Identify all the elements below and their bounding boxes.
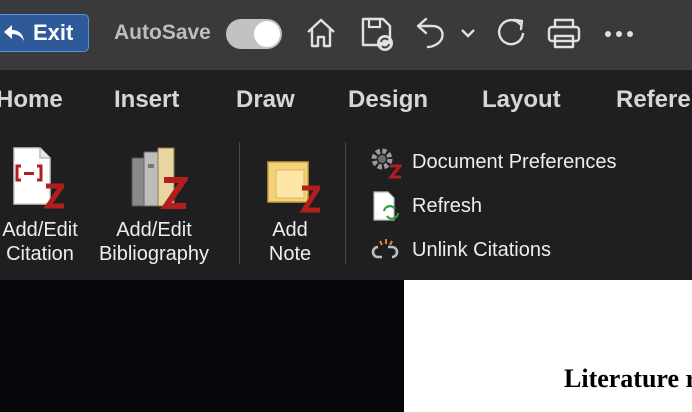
tab-references[interactable]: Refere xyxy=(616,86,691,114)
document-heading[interactable]: Literature r xyxy=(564,364,692,394)
refresh-button[interactable]: Refresh xyxy=(368,190,482,222)
autosave-toggle[interactable] xyxy=(226,19,282,49)
refresh-label: Refresh xyxy=(412,195,483,217)
add-edit-bibliography-label: Add/Edit Bibliography xyxy=(98,219,210,265)
tab-draw[interactable]: Draw xyxy=(236,86,295,114)
autosave-label: AutoSave xyxy=(114,21,211,44)
unlink-citations-button[interactable]: Unlink Citations xyxy=(368,234,551,266)
citation-icon xyxy=(13,147,64,209)
ribbon-separator xyxy=(345,142,346,264)
unlink-citations-label: Unlink Citations xyxy=(412,239,551,261)
exit-label: Exit xyxy=(33,20,74,45)
gear-icon xyxy=(371,148,402,179)
unlink-icon xyxy=(371,239,399,259)
save-sync-icon[interactable] xyxy=(360,16,396,52)
add-note-label: Add Note xyxy=(268,219,312,265)
tab-insert[interactable]: Insert xyxy=(114,86,179,114)
note-icon xyxy=(267,161,320,213)
title-bar xyxy=(0,0,692,70)
tab-home[interactable]: Home xyxy=(0,86,63,114)
toggle-knob xyxy=(254,21,280,47)
tab-layout[interactable]: Layout xyxy=(482,86,561,114)
ribbon-separator xyxy=(239,142,240,264)
tab-bar xyxy=(0,70,692,132)
bibliography-icon xyxy=(131,147,188,209)
redo-icon[interactable] xyxy=(494,16,528,50)
document-preferences-label: Document Preferences xyxy=(412,151,617,173)
add-edit-citation-label: Add/Edit Citation xyxy=(2,219,78,265)
home-icon[interactable] xyxy=(304,16,338,50)
undo-icon[interactable] xyxy=(414,16,448,50)
back-arrow-icon xyxy=(4,25,24,41)
more-icon[interactable] xyxy=(604,30,634,38)
tab-design[interactable]: Design xyxy=(348,86,428,114)
document-preferences-button[interactable]: Document Preferences xyxy=(368,146,617,179)
print-icon[interactable] xyxy=(546,16,582,52)
exit-button[interactable]: Exit xyxy=(0,14,89,52)
refresh-icon xyxy=(373,191,400,221)
chevron-down-icon[interactable] xyxy=(460,28,476,40)
